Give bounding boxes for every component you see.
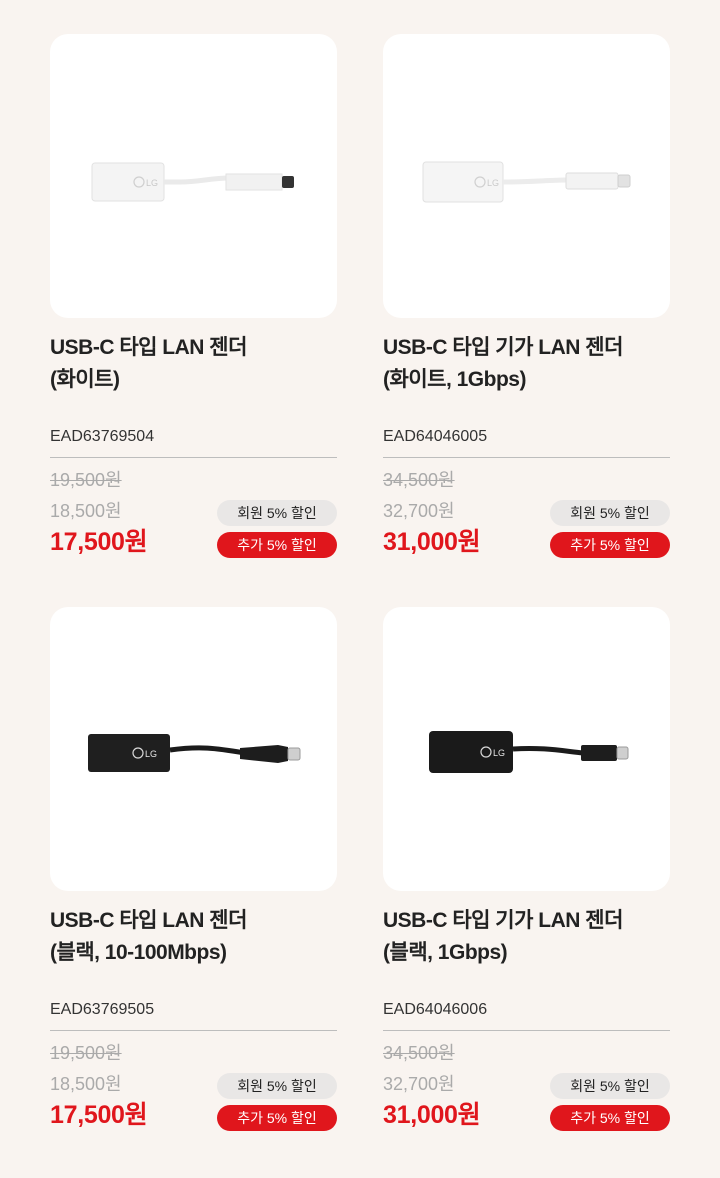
original-price: 34,500원 [383, 1043, 455, 1063]
member-discount-badge: 회원 5% 할인 [217, 500, 337, 526]
extra-discount-badge: 추가 5% 할인 [550, 532, 670, 558]
final-price: 31,000원 [383, 528, 481, 556]
member-discount-badge: 회원 5% 할인 [217, 1073, 337, 1099]
product-card[interactable]: LG USB-C 타입 LAN 젠더 (화이트) EAD63769504 19,… [50, 34, 337, 568]
price-block: 19,500원 18,500원 17,500원 회원 5% 할인 추가 5% 할… [50, 458, 337, 568]
member-discount-badge: 회원 5% 할인 [550, 1073, 670, 1099]
svg-text:LG: LG [487, 178, 499, 188]
black-adapter-image: LG [88, 734, 301, 772]
white-giga-adapter-image: LG [422, 161, 631, 203]
final-price: 17,500원 [50, 1101, 148, 1129]
product-code: EAD64046006 [383, 1001, 488, 1018]
product-title[interactable]: USB-C 타입 LAN 젠더 (블랙, 10-100Mbps) [50, 905, 337, 969]
product-title[interactable]: USB-C 타입 기가 LAN 젠더 (블랙, 1Gbps) [383, 905, 670, 969]
member-price: 18,500원 [50, 1074, 122, 1094]
product-card[interactable]: LG USB-C 타입 LAN 젠더 (블랙, 10-100Mbps) EAD6… [50, 607, 337, 1141]
product-image[interactable]: LG [50, 34, 337, 318]
product-code: EAD64046005 [383, 428, 488, 445]
price-block: 19,500원 18,500원 17,500원 회원 5% 할인 추가 5% 할… [50, 1031, 337, 1141]
svg-text:LG: LG [493, 748, 505, 758]
price-block: 34,500원 32,700원 31,000원 회원 5% 할인 추가 5% 할… [383, 458, 670, 568]
extra-discount-badge: 추가 5% 할인 [217, 532, 337, 558]
member-price: 32,700원 [383, 1074, 455, 1094]
product-card[interactable]: LG USB-C 타입 기가 LAN 젠더 (블랙, 1Gbps) EAD640… [383, 607, 670, 1141]
product-code: EAD63769505 [50, 1001, 155, 1018]
extra-discount-badge: 추가 5% 할인 [550, 1105, 670, 1131]
product-title[interactable]: USB-C 타입 LAN 젠더 (화이트) [50, 332, 337, 396]
product-image[interactable]: LG [383, 607, 670, 891]
final-price: 31,000원 [383, 1101, 481, 1129]
product-image[interactable]: LG [50, 607, 337, 891]
extra-discount-badge: 추가 5% 할인 [217, 1105, 337, 1131]
product-card[interactable]: LG USB-C 타입 기가 LAN 젠더 (화이트, 1Gbps) EAD64… [383, 34, 670, 568]
white-adapter-image: LG [91, 162, 294, 202]
original-price: 19,500원 [50, 470, 122, 490]
final-price: 17,500원 [50, 528, 148, 556]
product-code: EAD63769504 [50, 428, 155, 445]
svg-text:LG: LG [146, 178, 158, 188]
member-price: 32,700원 [383, 501, 455, 521]
svg-text:LG: LG [145, 749, 157, 759]
price-block: 34,500원 32,700원 31,000원 회원 5% 할인 추가 5% 할… [383, 1031, 670, 1141]
product-image[interactable]: LG [383, 34, 670, 318]
product-title[interactable]: USB-C 타입 기가 LAN 젠더 (화이트, 1Gbps) [383, 332, 670, 396]
original-price: 19,500원 [50, 1043, 122, 1063]
black-giga-adapter-image: LG [429, 731, 629, 773]
member-price: 18,500원 [50, 501, 122, 521]
member-discount-badge: 회원 5% 할인 [550, 500, 670, 526]
original-price: 34,500원 [383, 470, 455, 490]
